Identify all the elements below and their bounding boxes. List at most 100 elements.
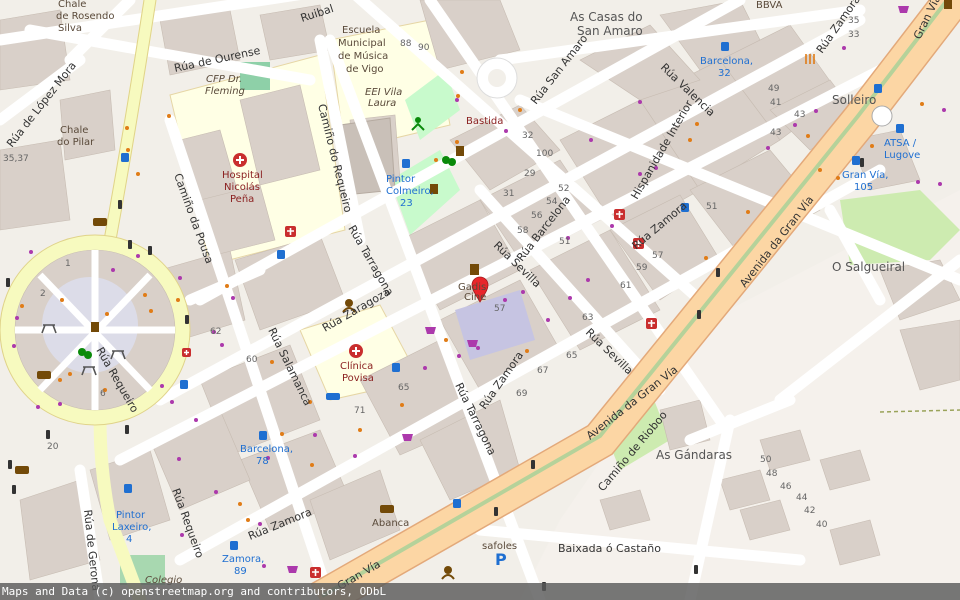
poi-label: Bastida xyxy=(466,116,503,127)
place-label: Chale xyxy=(58,0,86,10)
house-number: 43 xyxy=(770,128,781,138)
bank-icon[interactable] xyxy=(37,371,51,379)
bus-icon[interactable] xyxy=(392,363,400,372)
parking-icon[interactable]: P xyxy=(495,550,507,569)
house-number: 100 xyxy=(536,149,553,159)
bus-icon[interactable] xyxy=(121,153,129,162)
bus-stop-label: Barcelona, xyxy=(240,444,293,455)
poi-label: Hospital xyxy=(222,170,263,181)
svg-text:P: P xyxy=(495,550,507,569)
house-number: 43 xyxy=(794,110,805,120)
map-view[interactable]: P Rúa de Ourense Ruibal Rúa de López Mor… xyxy=(0,0,960,600)
bus-icon[interactable] xyxy=(852,156,860,165)
bus-icon[interactable] xyxy=(721,42,729,51)
place-label: Fleming xyxy=(205,86,245,97)
street-label: Baixada ó Castaño xyxy=(558,542,661,555)
bus-icon[interactable] xyxy=(453,499,461,508)
fuel-icon[interactable] xyxy=(944,0,952,9)
map-canvas[interactable]: P Rúa de Ourense Ruibal Rúa de López Mor… xyxy=(0,0,960,600)
place-label: do Pilar xyxy=(57,137,95,148)
house-number: 59 xyxy=(636,263,648,273)
bus-stop-label: 4 xyxy=(126,534,132,545)
bus-icon[interactable] xyxy=(124,484,132,493)
house-number: 65 xyxy=(398,383,409,393)
place-label: San Amaro xyxy=(577,24,643,38)
bank-icon[interactable] xyxy=(380,505,394,513)
bank-icon[interactable] xyxy=(15,466,29,474)
bus-stop-label: Laxeiro, xyxy=(112,522,151,533)
attribution-bar: Maps and Data (c) openstreetmap.org and … xyxy=(0,583,960,600)
pharmacy-icon[interactable] xyxy=(646,318,657,329)
house-number: 51 xyxy=(559,237,570,247)
house-number: 52 xyxy=(558,184,569,194)
house-number: 6 xyxy=(100,389,106,399)
house-number: 44 xyxy=(796,493,808,503)
monument-icon[interactable] xyxy=(470,264,479,275)
clinic-icon[interactable] xyxy=(349,344,363,358)
house-number: 50 xyxy=(760,455,772,465)
bus-stop-label: 78 xyxy=(256,456,269,467)
monument-icon[interactable] xyxy=(456,146,464,156)
place-label: Cine xyxy=(464,292,486,303)
bus-icon[interactable] xyxy=(277,250,285,259)
pharmacy-icon[interactable] xyxy=(614,209,625,220)
doctor-icon[interactable] xyxy=(182,348,191,357)
bus-stop-label: Colmeiro, xyxy=(386,186,434,197)
house-number: 2 xyxy=(40,289,46,299)
house-number: 40 xyxy=(816,520,828,530)
bus-stop-label: ATSA / xyxy=(884,138,917,149)
place-label: As Casas do xyxy=(570,10,643,24)
bus-stop-label: Barcelona, xyxy=(700,56,753,67)
place-label: Solleiro xyxy=(832,93,876,107)
house-number: 49 xyxy=(768,84,780,94)
house-number: 35 xyxy=(848,16,859,26)
house-number: 62 xyxy=(210,327,221,337)
bus-icon[interactable] xyxy=(230,541,238,550)
bus-icon[interactable] xyxy=(896,124,904,133)
house-number: 31 xyxy=(503,189,514,199)
house-number: 61 xyxy=(620,281,631,291)
monument-icon[interactable] xyxy=(91,322,99,332)
place-label: de Rosendo xyxy=(56,11,114,22)
house-number: 58 xyxy=(517,226,529,236)
house-number: 51 xyxy=(706,202,717,212)
place-label: de Música xyxy=(338,50,388,62)
bus-stop-label: Zamora, xyxy=(222,554,264,565)
house-number: 48 xyxy=(766,469,778,479)
house-number: 1 xyxy=(65,259,71,269)
place-label: Chale xyxy=(60,125,88,136)
house-number: 33 xyxy=(848,30,859,40)
bus-stop-label: Pintor xyxy=(386,174,416,185)
bus-stop-label: 105 xyxy=(854,182,873,193)
bus-icon[interactable] xyxy=(259,431,267,440)
place-label: de Vigo xyxy=(346,64,384,75)
bus-stop-label: 32 xyxy=(718,68,731,79)
small-roundabout-center xyxy=(488,69,506,87)
bus-stop-label: Lugove xyxy=(884,150,920,161)
hospital-icon[interactable] xyxy=(233,153,247,167)
pharmacy-icon[interactable] xyxy=(285,226,296,237)
bus-icon[interactable] xyxy=(180,380,188,389)
poi-label: Nicolás xyxy=(224,181,260,193)
place-label: Silva xyxy=(58,23,82,34)
bus-stop-label: 23 xyxy=(400,198,413,209)
house-number: 57 xyxy=(652,251,663,261)
place-label: Abanca xyxy=(372,518,409,529)
place-label: safoles xyxy=(482,541,517,552)
pharmacy-icon[interactable] xyxy=(310,567,321,578)
car-rental-icon[interactable] xyxy=(326,393,340,400)
bank-icon[interactable] xyxy=(93,218,107,226)
poi-label: Clínica xyxy=(340,360,373,372)
bus-stop-label: Pintor xyxy=(116,510,146,521)
house-number: 41 xyxy=(770,98,781,108)
house-number: 57 xyxy=(494,304,505,314)
poi-label: Povisa xyxy=(342,373,374,384)
house-number: 46 xyxy=(780,482,792,492)
bus-icon[interactable] xyxy=(402,159,410,168)
house-number: 20 xyxy=(47,442,59,452)
house-number: 71 xyxy=(354,406,365,416)
bus-icon[interactable] xyxy=(874,84,882,93)
house-number: 32 xyxy=(522,131,533,141)
bus-stop-label: 89 xyxy=(234,566,247,577)
house-number: 60 xyxy=(246,355,258,365)
